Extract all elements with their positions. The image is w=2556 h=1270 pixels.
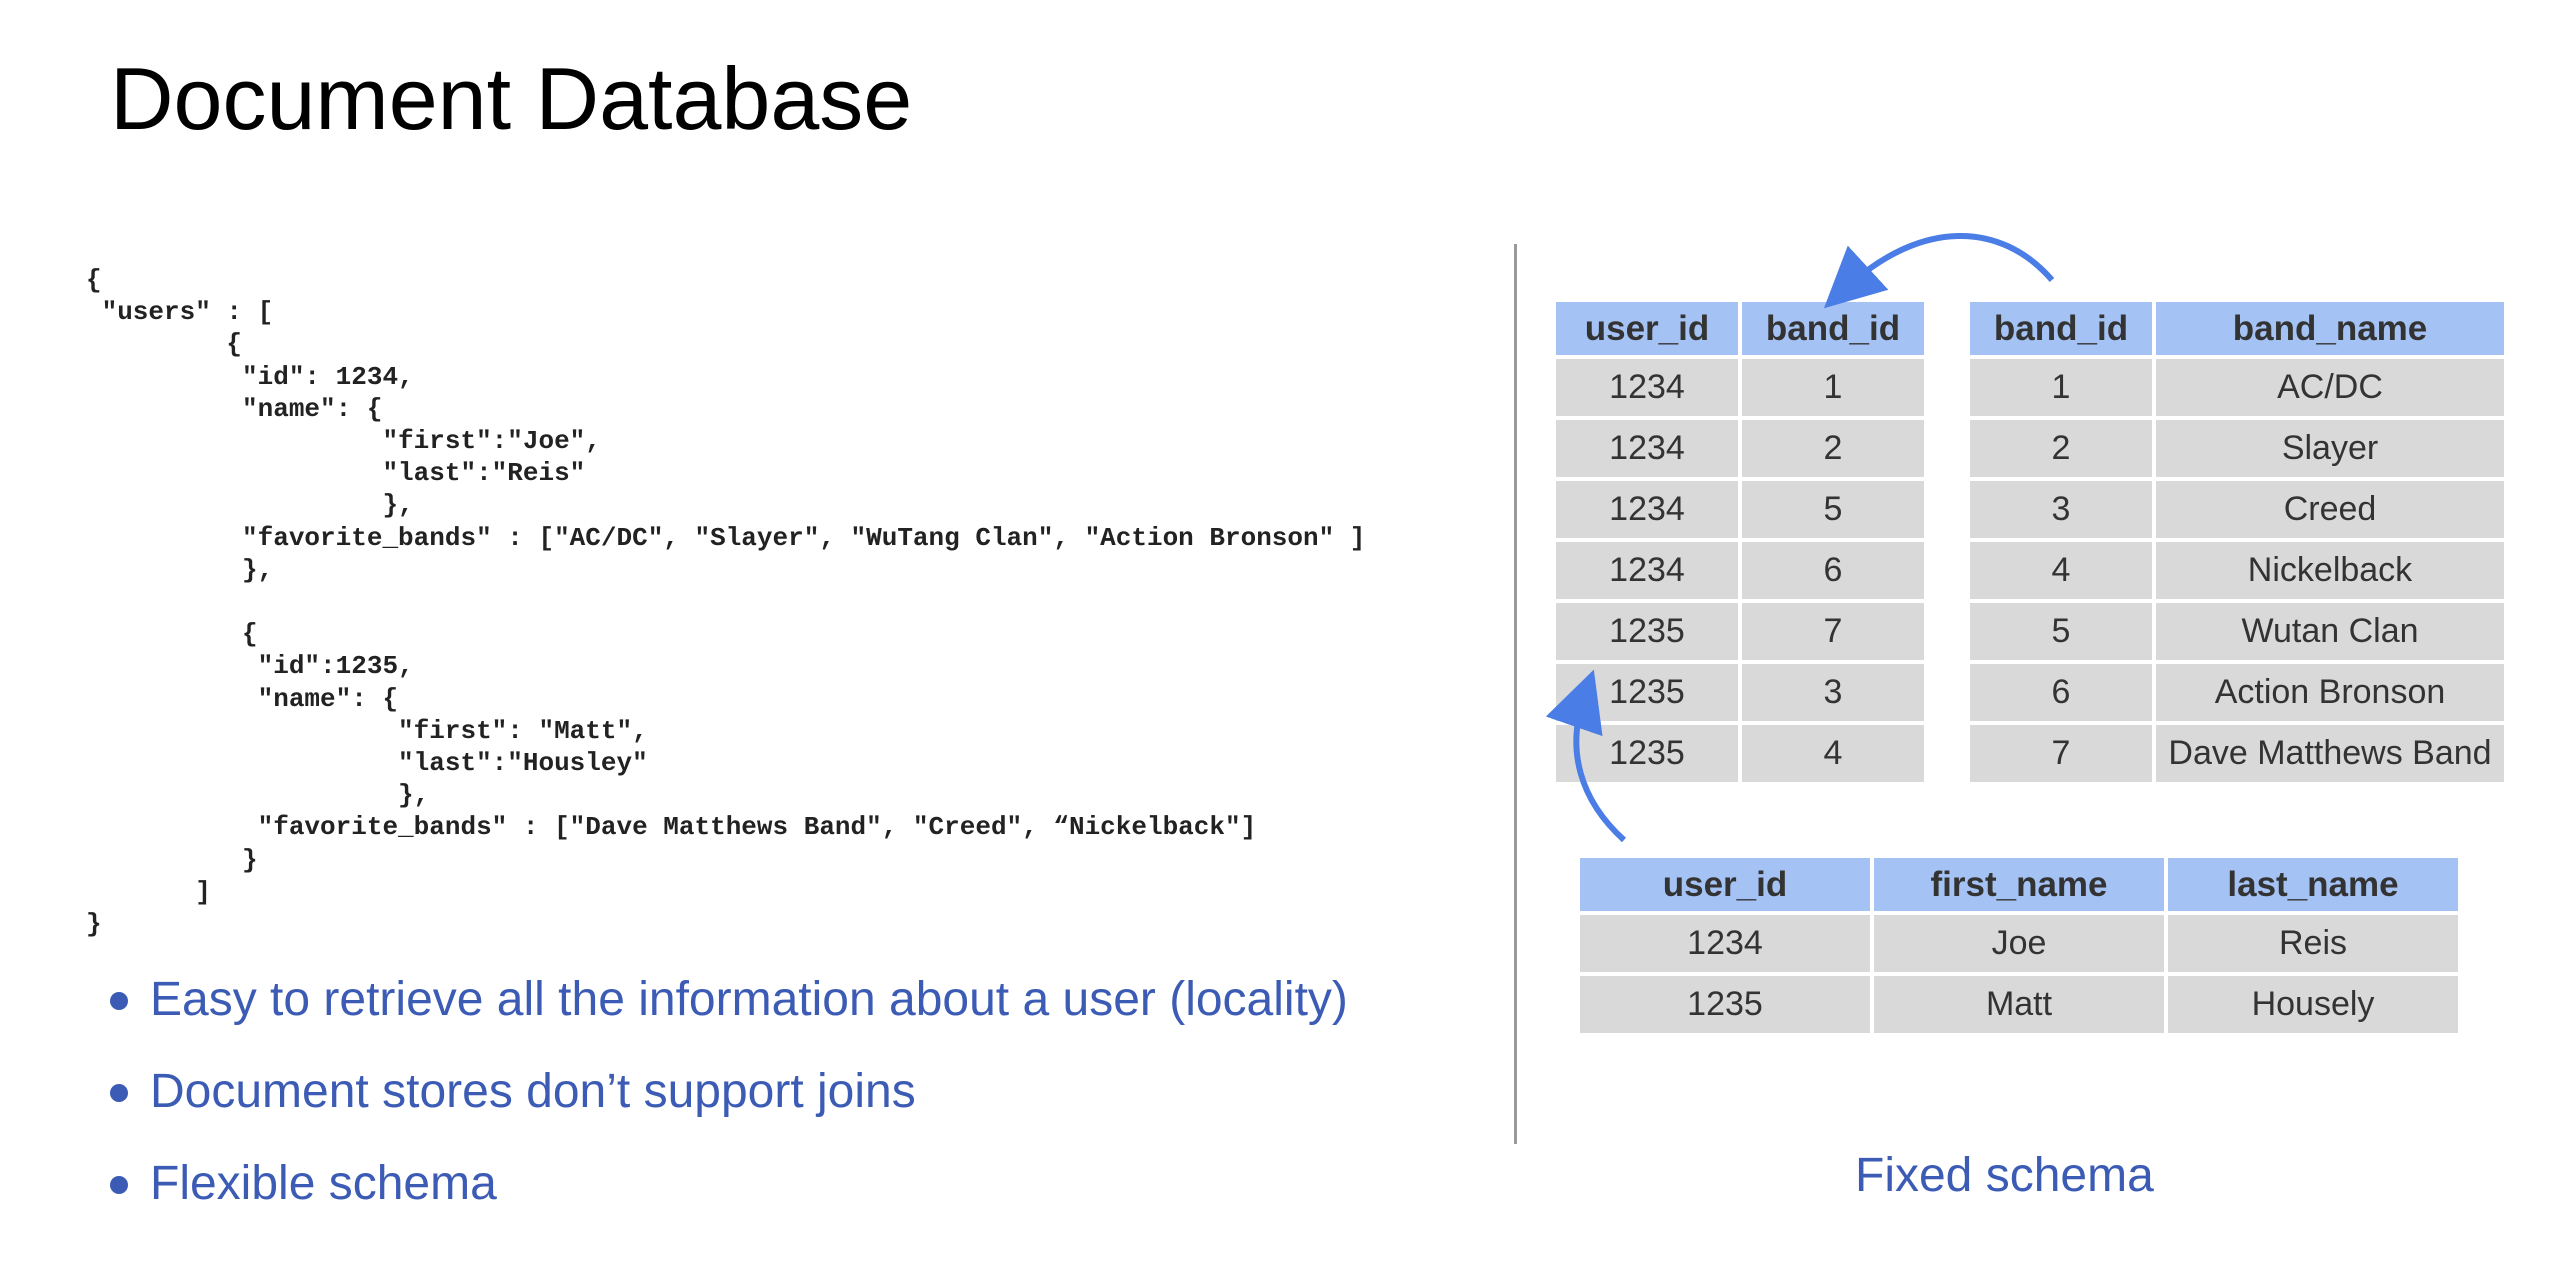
- arrow-bands-to-user-bands-icon: [1823, 232, 2055, 309]
- fixed-schema-label: Fixed schema: [1855, 1149, 2154, 1202]
- relationship-arrows: [1545, 232, 2055, 843]
- arrow-users-to-user-bands-icon: [1545, 669, 1627, 843]
